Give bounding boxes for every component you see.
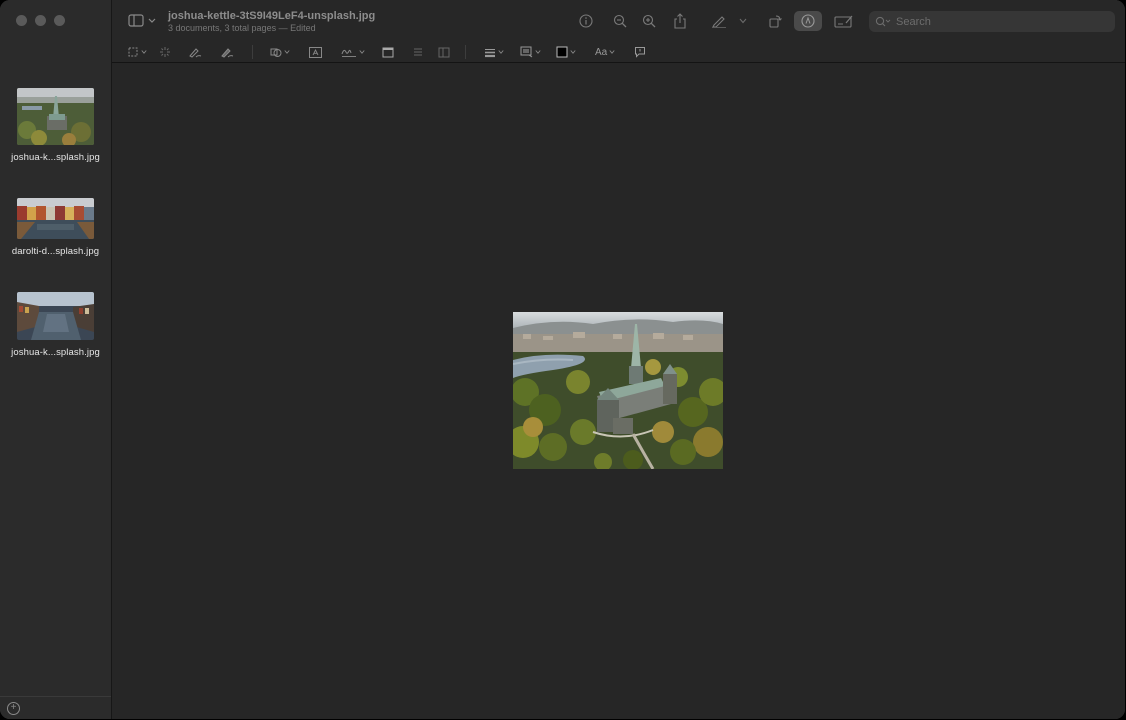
titlebar: joshua-kettle-3tS9I49LeF4-unsplash.jpg 3…	[112, 0, 1125, 42]
preview-window: joshua-k...splash.jpg darolti-d...splash…	[0, 0, 1125, 719]
chevron-down-icon	[284, 50, 290, 54]
thumbnail-image-canal	[17, 292, 94, 340]
sidebar: joshua-k...splash.jpg darolti-d...splash…	[0, 0, 112, 719]
thumbnail-label: joshua-k...splash.jpg	[11, 152, 100, 163]
adjust-color-button[interactable]	[382, 45, 394, 59]
thumbnail-label: joshua-k...splash.jpg	[11, 347, 100, 358]
thumbnail-image-cathedral	[17, 88, 94, 145]
thumbnail-label: darolti-d...splash.jpg	[11, 246, 100, 257]
form-fill-button[interactable]	[833, 12, 855, 30]
search-field[interactable]	[869, 11, 1115, 32]
text-box-icon	[309, 46, 322, 58]
chevron-down-icon	[570, 50, 576, 54]
highlighter-icon	[712, 16, 726, 28]
text-button[interactable]	[309, 45, 322, 59]
sidebar-icon	[128, 14, 156, 27]
markup-icon	[801, 14, 815, 28]
rectangle-selection-icon	[128, 47, 138, 57]
sidebar-footer: +	[0, 696, 111, 719]
sidebar-toggle-button[interactable]	[128, 12, 158, 30]
zoom-out-icon	[613, 14, 627, 28]
highlight-button[interactable]	[710, 12, 728, 30]
zoom-window-button[interactable]	[54, 15, 65, 26]
window-icon	[382, 47, 394, 57]
line-weight-icon	[485, 48, 495, 57]
chevron-down-icon	[609, 50, 615, 54]
selection-tools-button[interactable]	[127, 45, 147, 59]
shapes-icon	[270, 48, 282, 57]
zoom-in-icon	[642, 14, 656, 28]
align-lines-icon	[414, 48, 422, 55]
chevron-down-icon	[498, 50, 504, 54]
zoom-in-button[interactable]	[640, 12, 658, 30]
sketch-button[interactable]	[188, 45, 202, 59]
note-button[interactable]	[634, 45, 646, 59]
signature-button[interactable]	[341, 45, 365, 59]
adjust-size-icon	[438, 47, 450, 57]
border-color-button[interactable]	[520, 45, 541, 59]
instant-alpha-button[interactable]	[159, 45, 171, 59]
shapes-button[interactable]	[270, 45, 290, 59]
form-fill-icon	[834, 15, 853, 28]
sidebar-thumbnail-2[interactable]: darolti-d...splash.jpg	[0, 198, 111, 257]
close-window-button[interactable]	[16, 15, 27, 26]
draw-button[interactable]	[220, 45, 234, 59]
window-controls	[16, 15, 65, 26]
share-button[interactable]	[671, 12, 689, 30]
draw-icon	[221, 48, 234, 58]
border-color-icon	[520, 46, 533, 58]
toolbar-separator	[252, 45, 253, 59]
search-input[interactable]	[894, 14, 1108, 29]
rotate-button[interactable]	[766, 12, 784, 30]
document-canvas[interactable]	[112, 63, 1125, 719]
info-button[interactable]	[577, 12, 595, 30]
fill-color-button[interactable]	[556, 45, 576, 59]
thumbnail-image-harbor	[17, 198, 94, 239]
color-swatch-icon	[556, 46, 568, 58]
document-title: joshua-kettle-3tS9I49LeF4-unsplash.jpg	[168, 10, 376, 22]
toolbar-separator	[465, 45, 466, 59]
signature-icon	[341, 49, 356, 57]
main-image-cathedral[interactable]	[513, 312, 723, 469]
chevron-down-icon	[359, 50, 365, 54]
text-style-button[interactable]: Aa	[595, 45, 615, 59]
markup-toggle-button[interactable]	[794, 11, 822, 31]
zoom-out-button[interactable]	[611, 12, 629, 30]
sketch-icon	[189, 48, 202, 58]
chevron-down-icon	[141, 50, 147, 54]
rotate-icon	[769, 15, 782, 28]
text-align-button[interactable]	[412, 45, 424, 59]
shape-style-button[interactable]	[484, 45, 504, 59]
sidebar-thumbnail-3[interactable]: joshua-k...splash.jpg	[0, 292, 111, 358]
markup-toolbar: Aa	[112, 42, 1125, 63]
highlight-options-button[interactable]	[738, 12, 748, 30]
text-style-label: Aa	[595, 46, 608, 58]
add-page-icon[interactable]: +	[7, 702, 20, 715]
sidebar-thumbnail-1[interactable]: joshua-k...splash.jpg	[0, 88, 111, 163]
adjust-size-button[interactable]	[438, 45, 450, 59]
search-icon	[875, 16, 891, 26]
document-subtitle: 3 documents, 3 total pages — Edited	[168, 23, 316, 33]
share-icon	[674, 13, 686, 29]
info-icon	[579, 14, 593, 28]
chevron-down-icon	[535, 50, 541, 54]
speech-bubble-icon	[635, 47, 645, 58]
minimize-window-button[interactable]	[35, 15, 46, 26]
chevron-down-icon	[739, 18, 747, 24]
instant-alpha-icon	[160, 47, 170, 57]
